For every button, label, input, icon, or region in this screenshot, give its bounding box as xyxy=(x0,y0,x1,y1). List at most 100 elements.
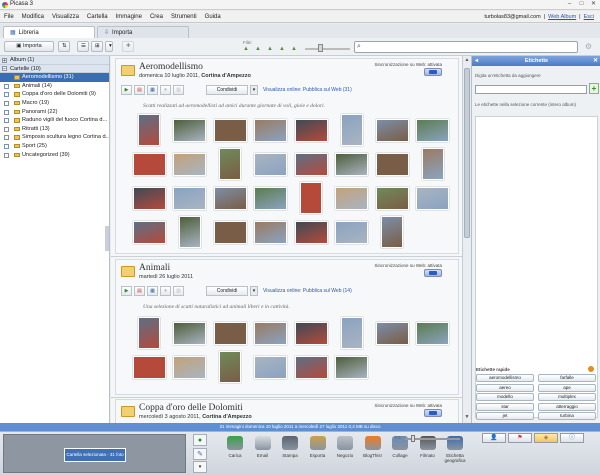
date-filter-slider[interactable] xyxy=(305,48,350,50)
photo-thumbnail[interactable] xyxy=(132,220,166,244)
play-icon[interactable]: ▶ xyxy=(121,286,132,296)
photo-thumbnail[interactable] xyxy=(178,216,201,248)
photo-thumbnail[interactable] xyxy=(294,355,328,379)
sync-checkbox-icon[interactable] xyxy=(4,83,9,89)
share-dropdown-icon[interactable]: ▾ xyxy=(250,85,258,95)
photo-thumbnail[interactable] xyxy=(294,220,328,244)
albums-group[interactable]: + Album (1) xyxy=(0,56,109,65)
action-4-button[interactable]: Negozio xyxy=(332,436,358,458)
photo-thumbnail[interactable] xyxy=(340,114,363,146)
web-sync-toggle[interactable] xyxy=(424,409,442,417)
album-scrollbar[interactable]: ▲ ▼ xyxy=(462,56,470,423)
star-icon[interactable]: ★ xyxy=(160,286,171,296)
quick-tag-button[interactable]: atterraggio xyxy=(538,402,596,411)
photo-thumbnail[interactable] xyxy=(132,152,166,176)
filter-people-icon[interactable]: ▲ xyxy=(267,46,273,52)
menu-file[interactable]: File xyxy=(4,14,14,20)
photo-thumbnail[interactable] xyxy=(173,186,207,210)
sync-checkbox-icon[interactable] xyxy=(4,152,9,158)
print-icon[interactable]: ▥ xyxy=(173,286,184,296)
menu-guida[interactable]: Guida xyxy=(205,14,221,20)
photo-thumbnail[interactable] xyxy=(132,186,166,210)
star-icon[interactable]: ★ xyxy=(160,85,171,95)
photo-thumbnail[interactable] xyxy=(421,148,444,180)
menu-visualizza[interactable]: Visualizza xyxy=(52,14,79,20)
web-sync-toggle[interactable] xyxy=(424,269,442,277)
print-icon[interactable]: ▥ xyxy=(173,85,184,95)
view-menu-icon[interactable]: ▾ xyxy=(105,41,113,52)
menu-crea[interactable]: Crea xyxy=(150,14,163,20)
action-8-button[interactable]: Etichetta geografica xyxy=(442,436,468,463)
tray-selection-thumb[interactable]: Cartella selezionata - 31 foto xyxy=(64,448,126,462)
collapse-icon[interactable]: − xyxy=(2,66,7,72)
sync-checkbox-icon[interactable] xyxy=(4,126,9,132)
quick-tag-button[interactable]: star xyxy=(476,402,534,411)
photo-thumbnail[interactable] xyxy=(340,317,363,349)
photo-thumbnail[interactable] xyxy=(213,220,247,244)
panel-back-icon[interactable]: ◂ xyxy=(475,56,478,66)
photo-thumbnail[interactable] xyxy=(213,118,247,142)
web-sync-toggle[interactable] xyxy=(424,68,442,76)
sync-checkbox-icon[interactable] xyxy=(4,109,9,115)
folder-item[interactable]: Ritratti (13) xyxy=(0,125,109,134)
photo-thumbnail[interactable] xyxy=(300,182,323,214)
photo-thumbnail[interactable] xyxy=(173,355,207,379)
photo-thumbnail[interactable] xyxy=(254,220,288,244)
menu-strumenti[interactable]: Strumenti xyxy=(171,14,197,20)
sync-checkbox-icon[interactable] xyxy=(4,143,9,149)
photo-thumbnail[interactable] xyxy=(254,321,288,345)
tags-icon[interactable]: ◈ xyxy=(534,433,558,443)
photo-thumbnail[interactable] xyxy=(335,152,369,176)
photo-thumbnail[interactable] xyxy=(294,118,328,142)
action-5-button[interactable]: BlogThis! xyxy=(360,436,386,458)
action-0-button[interactable]: Carica xyxy=(222,436,248,458)
minimize-icon[interactable]: – xyxy=(565,1,574,8)
photo-thumbnail[interactable] xyxy=(416,321,450,345)
photo-thumbnail[interactable] xyxy=(213,321,247,345)
quick-tag-button[interactable]: multiplex xyxy=(538,393,596,401)
photo-thumbnail[interactable] xyxy=(254,355,288,379)
search-input[interactable]: ⌕ xyxy=(354,41,578,53)
tray-selection-area[interactable]: Cartella selezionata - 31 foto xyxy=(3,434,186,473)
photo-thumbnail[interactable] xyxy=(416,118,450,142)
quick-tag-button[interactable]: turbina xyxy=(538,412,596,420)
action-1-button[interactable]: Email xyxy=(250,436,276,458)
folder-item[interactable]: Animali (14) xyxy=(0,82,109,91)
tray-menu-icon[interactable]: ▾ xyxy=(193,461,207,473)
filter-uploaded-icon[interactable]: ▲ xyxy=(243,46,249,52)
web-album-link[interactable]: Web Album xyxy=(548,14,576,20)
photo-thumbnail[interactable] xyxy=(294,321,328,345)
sync-checkbox-icon[interactable] xyxy=(4,135,9,141)
upload-icon[interactable]: ▤ xyxy=(134,286,145,296)
menu-cartella[interactable]: Cartella xyxy=(87,14,108,20)
folder-item[interactable]: Raduno vigili del fuoco Cortina d... xyxy=(0,116,109,125)
action-2-button[interactable]: Stampa xyxy=(277,436,303,458)
photo-thumbnail[interactable] xyxy=(254,186,288,210)
sort-icon[interactable]: ⇅ xyxy=(58,41,70,52)
folder-item[interactable]: Panorami (22) xyxy=(0,108,109,117)
quick-tag-button[interactable]: farfalle xyxy=(538,374,596,382)
view-online-link[interactable]: Visualizza online: Pubblica sul Web (14) xyxy=(263,288,352,294)
panel-close-icon[interactable]: ✕ xyxy=(593,56,598,66)
folder-item[interactable]: Sport (25) xyxy=(0,142,109,151)
folder-item[interactable]: Aeromodellismo (31) xyxy=(0,73,109,82)
list-view-icon[interactable]: ☰ xyxy=(77,41,89,52)
view-online-link[interactable]: Visualizza online: Pubblica sul Web (31) xyxy=(263,87,352,93)
filter-starred-icon[interactable]: ▲ xyxy=(255,46,261,52)
zoom-knob[interactable] xyxy=(411,435,415,442)
photo-thumbnail[interactable] xyxy=(335,355,369,379)
filter-video-icon[interactable]: ▲ xyxy=(279,46,285,52)
photo-thumbnail[interactable] xyxy=(138,317,161,349)
photo-thumbnail[interactable] xyxy=(335,186,369,210)
collage-icon[interactable]: ▦ xyxy=(147,286,158,296)
photo-thumbnail[interactable] xyxy=(173,152,207,176)
tab-import[interactable]: ⇩ Importa xyxy=(97,26,189,38)
album-title[interactable]: Aeromodellismo xyxy=(139,62,203,72)
folder-item[interactable]: Macro (19) xyxy=(0,99,109,108)
folder-item[interactable]: Uncategorized (39) xyxy=(0,151,109,160)
scroll-up-icon[interactable]: ▲ xyxy=(463,57,471,65)
folder-item[interactable]: Coppa d'oro delle Dolomiti (9) xyxy=(0,90,109,99)
add-folder-icon[interactable]: ✚ xyxy=(122,41,134,52)
scrollbar-thumb[interactable] xyxy=(464,68,470,238)
photo-thumbnail[interactable] xyxy=(375,118,409,142)
